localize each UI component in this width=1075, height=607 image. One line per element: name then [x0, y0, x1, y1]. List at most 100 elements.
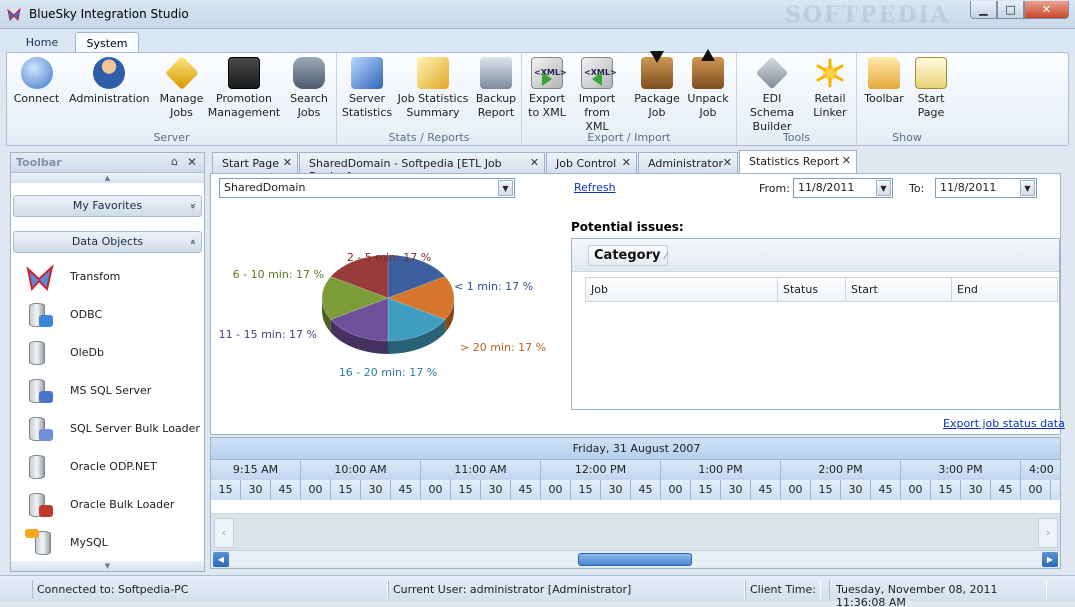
import-from-xml-label: Import from XML	[578, 92, 616, 133]
promotion-management-button[interactable]: Promotion Management	[207, 55, 281, 120]
tab-start-page[interactable]: Start Page ✕	[212, 152, 298, 173]
timeline-minute: 00	[661, 480, 691, 500]
timeline-minute: 30	[481, 480, 511, 500]
list-item-oledb[interactable]: OleDb	[11, 335, 204, 373]
timeline-hour: 9:15 AM	[211, 460, 301, 480]
chevron-down-icon[interactable]: ▼	[1020, 180, 1035, 196]
tab-administrator[interactable]: Administrator ✕	[638, 152, 738, 173]
refresh-link[interactable]: Refresh	[574, 181, 616, 194]
scroll-right-icon[interactable]: ▶	[1042, 552, 1058, 567]
timeline-next-arrow[interactable]: ›	[1038, 518, 1058, 548]
timeline-grid	[211, 514, 1060, 550]
tab-statistics-report[interactable]: Statistics Report ✕	[739, 150, 857, 173]
toolbar-toggle-button[interactable]: Toolbar	[860, 55, 908, 106]
pie-slice-label: 6 - 10 min: 17 %	[233, 268, 324, 281]
export-to-xml-button[interactable]: <XML> Export to XML	[525, 55, 569, 120]
package-job-label: Package Job	[634, 92, 680, 119]
tab-system[interactable]: System	[75, 32, 139, 54]
column-header-start[interactable]: Start	[846, 277, 952, 302]
list-item-odbc[interactable]: ODBC	[11, 297, 204, 335]
list-item-transform[interactable]: Transfom	[11, 259, 204, 297]
list-item-label: Transfom	[70, 270, 121, 283]
tab-label: Administrator	[648, 157, 723, 170]
list-item-oracle-bulk-loader[interactable]: Oracle Bulk Loader	[11, 487, 204, 525]
document-tab-strip: Start Page ✕ SharedDomain - Softpedia [ET…	[210, 150, 1070, 183]
group-chip-label: Category	[594, 248, 661, 263]
section-my-favorites[interactable]: My Favorites »	[13, 195, 202, 217]
administration-button[interactable]: Administration	[69, 55, 150, 106]
list-item-ms-sql-server[interactable]: MS SQL Server	[11, 373, 204, 411]
close-button[interactable]: ✕	[1024, 1, 1069, 19]
start-page-button[interactable]: Start Page	[909, 55, 953, 120]
timeline-minute: 45	[511, 480, 541, 500]
close-tab-icon[interactable]: ✕	[530, 156, 539, 169]
search-jobs-button[interactable]: Search Jobs	[283, 55, 335, 120]
pie-slice-label: < 1 min: 17 %	[454, 280, 533, 293]
section-data-objects-label: Data Objects	[71, 235, 144, 248]
backup-report-label: Backup Report	[475, 92, 517, 119]
package-icon	[641, 51, 673, 89]
timeline-minute: 15	[811, 480, 841, 500]
backup-report-button[interactable]: Backup Report	[471, 55, 521, 120]
server-statistics-button[interactable]: Server Statistics	[337, 55, 397, 120]
timeline-minute: 00	[541, 480, 571, 500]
timeline-hour: 1:00 PM	[661, 460, 781, 480]
panel-close-icon[interactable]: ✕	[187, 155, 197, 169]
timeline-minute: 15	[451, 480, 481, 500]
horizontal-scrollbar[interactable]: ◀ ▶	[211, 550, 1060, 567]
pin-icon[interactable]: ⌂	[171, 155, 178, 168]
panel-scroll-up[interactable]: ▲	[11, 173, 204, 183]
tab-home[interactable]: Home	[14, 32, 70, 54]
import-from-xml-button[interactable]: <XML> Import from XML	[572, 55, 622, 134]
chevron-down-icon[interactable]: ▼	[498, 180, 513, 196]
timeline-minute: 45	[391, 480, 421, 500]
folder-icon	[868, 57, 900, 89]
close-tab-icon[interactable]: ✕	[842, 154, 851, 167]
scroll-left-icon[interactable]: ◀	[213, 552, 229, 567]
timeline-minute: 45	[991, 480, 1021, 500]
column-header-job[interactable]: Job	[585, 277, 778, 302]
package-job-button[interactable]: Package Job	[632, 51, 682, 120]
title-bar: BlueSky Integration Studio SOFTPEDIA ▁ □…	[0, 0, 1075, 29]
manage-jobs-button[interactable]: Manage Jobs	[154, 55, 209, 120]
section-data-objects[interactable]: Data Objects «	[13, 231, 202, 253]
minimize-button[interactable]: ▁	[970, 1, 997, 19]
job-statistics-summary-button[interactable]: Job Statistics Summary	[397, 55, 469, 120]
scroll-thumb[interactable]	[578, 553, 692, 566]
timeline-hour: 11:00 AM	[421, 460, 541, 480]
chevron-down-icon[interactable]: ▼	[876, 180, 891, 196]
list-item-label: ODBC	[70, 308, 103, 321]
list-item-oracle-odp-net[interactable]: Oracle ODP.NET	[11, 449, 204, 487]
column-header-end[interactable]: End	[952, 277, 1058, 302]
panel-scroll-down[interactable]: ▼	[11, 561, 204, 571]
from-date-picker[interactable]: 11/8/2011 ▼	[793, 178, 893, 198]
domain-select[interactable]: SharedDomain ▼	[219, 178, 515, 198]
tab-job-control[interactable]: Job Control ✕	[546, 152, 637, 173]
timeline-minute: 30	[961, 480, 991, 500]
list-item-mysql[interactable]: MySQL	[11, 525, 204, 563]
export-job-status-link[interactable]: Export job status data	[943, 417, 1065, 430]
list-item-sql-server-bulk-loader[interactable]: SQL Server Bulk Loader	[11, 411, 204, 449]
close-tab-icon[interactable]: ✕	[622, 156, 631, 169]
timeline-minute: 30	[721, 480, 751, 500]
oracle-bulk-icon	[25, 491, 55, 521]
timeline-prev-arrow[interactable]: ‹	[214, 518, 234, 548]
unpack-job-button[interactable]: Unpack Job	[684, 49, 732, 120]
close-tab-icon[interactable]: ✕	[283, 156, 292, 169]
retail-linker-button[interactable]: Retail Linker	[807, 55, 853, 120]
edi-schema-builder-button[interactable]: EDI Schema Builder	[739, 55, 805, 134]
connect-button[interactable]: Connect	[9, 55, 64, 106]
tab-etl-job-design[interactable]: SharedDomain - Softpedia [ETL Job Design…	[299, 152, 545, 183]
group-chip-category[interactable]: Category ⁄	[588, 245, 668, 266]
tab-label: Start Page	[222, 157, 279, 170]
walmart-icon	[814, 57, 846, 89]
timeline-minute: 30	[601, 480, 631, 500]
close-tab-icon[interactable]: ✕	[723, 156, 732, 169]
status-client-time-label: Client Time:	[745, 580, 821, 599]
column-header-status[interactable]: Status	[778, 277, 846, 302]
to-date-picker[interactable]: 11/8/2011 ▼	[935, 178, 1037, 198]
timeline-minute: 45	[751, 480, 781, 500]
oracle-icon	[25, 453, 55, 483]
pie-slice-label: > 20 min: 17 %	[460, 341, 546, 354]
maximize-button[interactable]: □	[997, 1, 1024, 19]
